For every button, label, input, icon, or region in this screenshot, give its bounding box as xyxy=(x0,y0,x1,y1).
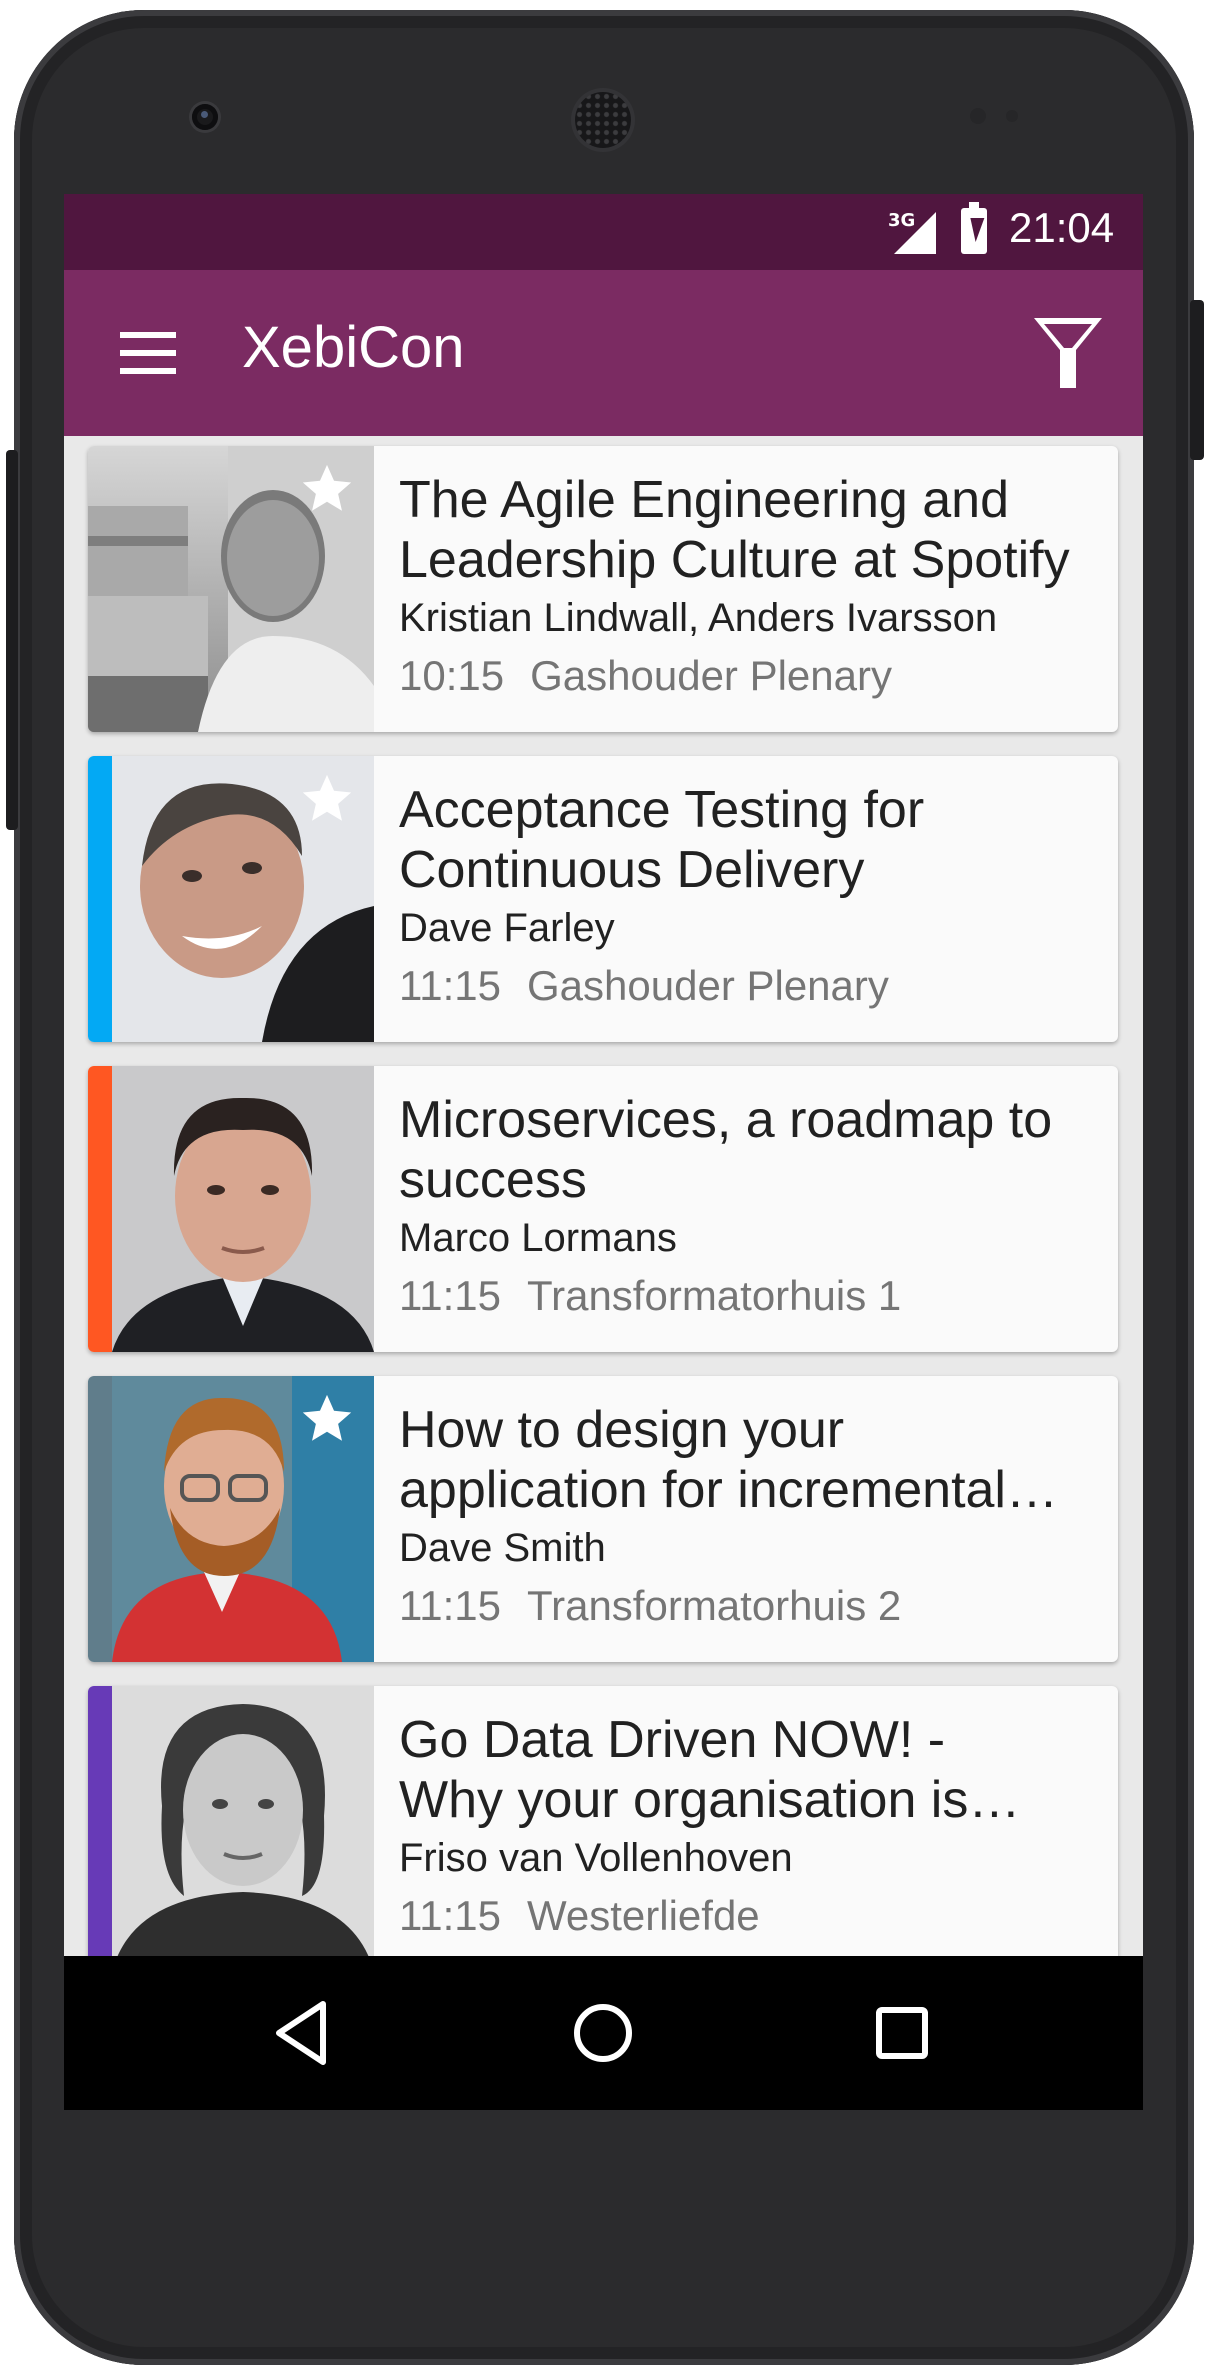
earpiece-speaker-icon xyxy=(575,92,631,148)
speaker-photo xyxy=(112,1686,374,1972)
home-circle-icon[interactable] xyxy=(568,1998,638,2068)
session-meta: 11:15 Gashouder Plenary xyxy=(399,962,889,1010)
battery-charging-icon xyxy=(961,202,987,254)
session-title-line: success xyxy=(399,1151,587,1209)
session-time: 11:15 xyxy=(399,1582,501,1629)
session-card[interactable]: How to design your application for incre… xyxy=(88,1376,1118,1662)
session-list[interactable]: The Agile Engineering and Leadership Cul… xyxy=(64,436,1143,1972)
session-title-line: application for incremental… xyxy=(399,1461,1058,1519)
recents-square-icon[interactable] xyxy=(867,1998,937,2068)
track-color-indicator xyxy=(88,756,112,1042)
session-title-line: Microservices, a roadmap to xyxy=(399,1091,1053,1149)
session-title-line: Leadership Culture at Spotify xyxy=(399,531,1070,589)
favorite-star-icon[interactable] xyxy=(298,770,356,828)
front-camera-icon xyxy=(192,104,218,130)
session-title-line: Continuous Delivery xyxy=(399,841,865,899)
session-time: 11:15 xyxy=(399,1272,501,1319)
screen: 3G 21:04 XebiCon The Agile Engineering a… xyxy=(64,194,1143,2110)
session-speakers: Dave Smith xyxy=(399,1526,606,1570)
session-title-line: How to design your xyxy=(399,1401,845,1459)
power-button xyxy=(1190,300,1204,460)
session-title: Go Data Driven NOW! - Why your organisat… xyxy=(399,1710,1099,1830)
back-triangle-icon[interactable] xyxy=(269,1998,339,2068)
session-title: Acceptance Testing for Continuous Delive… xyxy=(399,780,1099,900)
session-card[interactable]: Microservices, a roadmap to success Marc… xyxy=(88,1066,1118,1352)
app-bar: XebiCon xyxy=(64,270,1143,436)
app-title: XebiCon xyxy=(242,315,465,380)
session-meta: 11:15 Westerliefde xyxy=(399,1892,760,1940)
session-time: 11:15 xyxy=(399,962,501,1009)
track-color-indicator xyxy=(88,1376,112,1662)
track-color-indicator xyxy=(88,1066,112,1352)
session-title: The Agile Engineering and Leadership Cul… xyxy=(399,470,1099,590)
navigation-bar xyxy=(64,1956,1143,2110)
session-location: Transformatorhuis 1 xyxy=(527,1272,902,1319)
session-title-line: Why your organisation is… xyxy=(399,1771,1021,1829)
session-title: How to design your application for incre… xyxy=(399,1400,1099,1520)
session-location: Transformatorhuis 2 xyxy=(527,1582,902,1629)
session-card[interactable]: Go Data Driven NOW! - Why your organisat… xyxy=(88,1686,1118,1972)
volume-button xyxy=(6,450,18,830)
session-time: 10:15 xyxy=(399,652,505,699)
favorite-star-icon[interactable] xyxy=(298,460,356,518)
track-color-indicator xyxy=(88,1686,112,1972)
hamburger-menu-icon[interactable] xyxy=(120,332,176,374)
session-title-line: The Agile Engineering and xyxy=(399,471,1010,529)
session-title-line: Go Data Driven NOW! - xyxy=(399,1711,946,1769)
proximity-sensor xyxy=(970,108,986,124)
session-speakers: Dave Farley xyxy=(399,906,615,950)
session-title: Microservices, a roadmap to success xyxy=(399,1090,1099,1210)
session-speakers: Kristian Lindwall, Anders Ivarsson xyxy=(399,596,998,640)
filter-funnel-icon[interactable] xyxy=(1032,316,1104,390)
session-location: Gashouder Plenary xyxy=(530,652,892,699)
session-title-line: Acceptance Testing for xyxy=(399,781,925,839)
session-card[interactable]: Acceptance Testing for Continuous Delive… xyxy=(88,756,1118,1042)
session-time: 11:15 xyxy=(399,1892,501,1939)
session-meta: 10:15 Gashouder Plenary xyxy=(399,652,892,700)
session-meta: 11:15 Transformatorhuis 1 xyxy=(399,1272,901,1320)
status-bar: 3G 21:04 xyxy=(64,194,1143,270)
light-sensor xyxy=(1006,110,1018,122)
session-speakers: Friso van Vollenhoven xyxy=(399,1836,793,1880)
session-location: Gashouder Plenary xyxy=(527,962,889,1009)
session-meta: 11:15 Transformatorhuis 2 xyxy=(399,1582,901,1630)
favorite-star-icon[interactable] xyxy=(298,1390,356,1448)
speaker-photo xyxy=(112,1066,374,1352)
session-location: Westerliefde xyxy=(527,1892,760,1939)
status-time: 21:04 xyxy=(1009,204,1115,251)
session-card[interactable]: The Agile Engineering and Leadership Cul… xyxy=(88,446,1118,732)
signal-icon xyxy=(894,212,936,254)
session-speakers: Marco Lormans xyxy=(399,1216,677,1260)
